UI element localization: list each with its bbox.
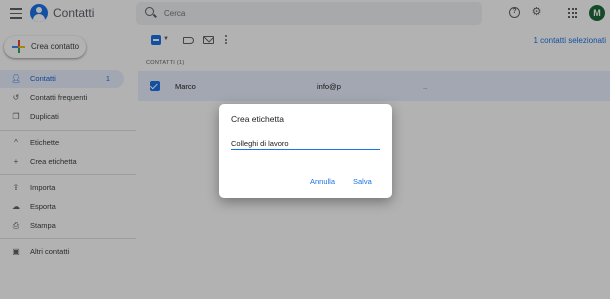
dialog-title: Crea etichetta <box>231 114 284 124</box>
save-button[interactable]: Salva <box>353 177 372 186</box>
cancel-button[interactable]: Annulla <box>310 177 335 186</box>
label-name-input[interactable] <box>231 137 380 150</box>
create-label-dialog: Crea etichetta Annulla Salva <box>219 104 392 198</box>
